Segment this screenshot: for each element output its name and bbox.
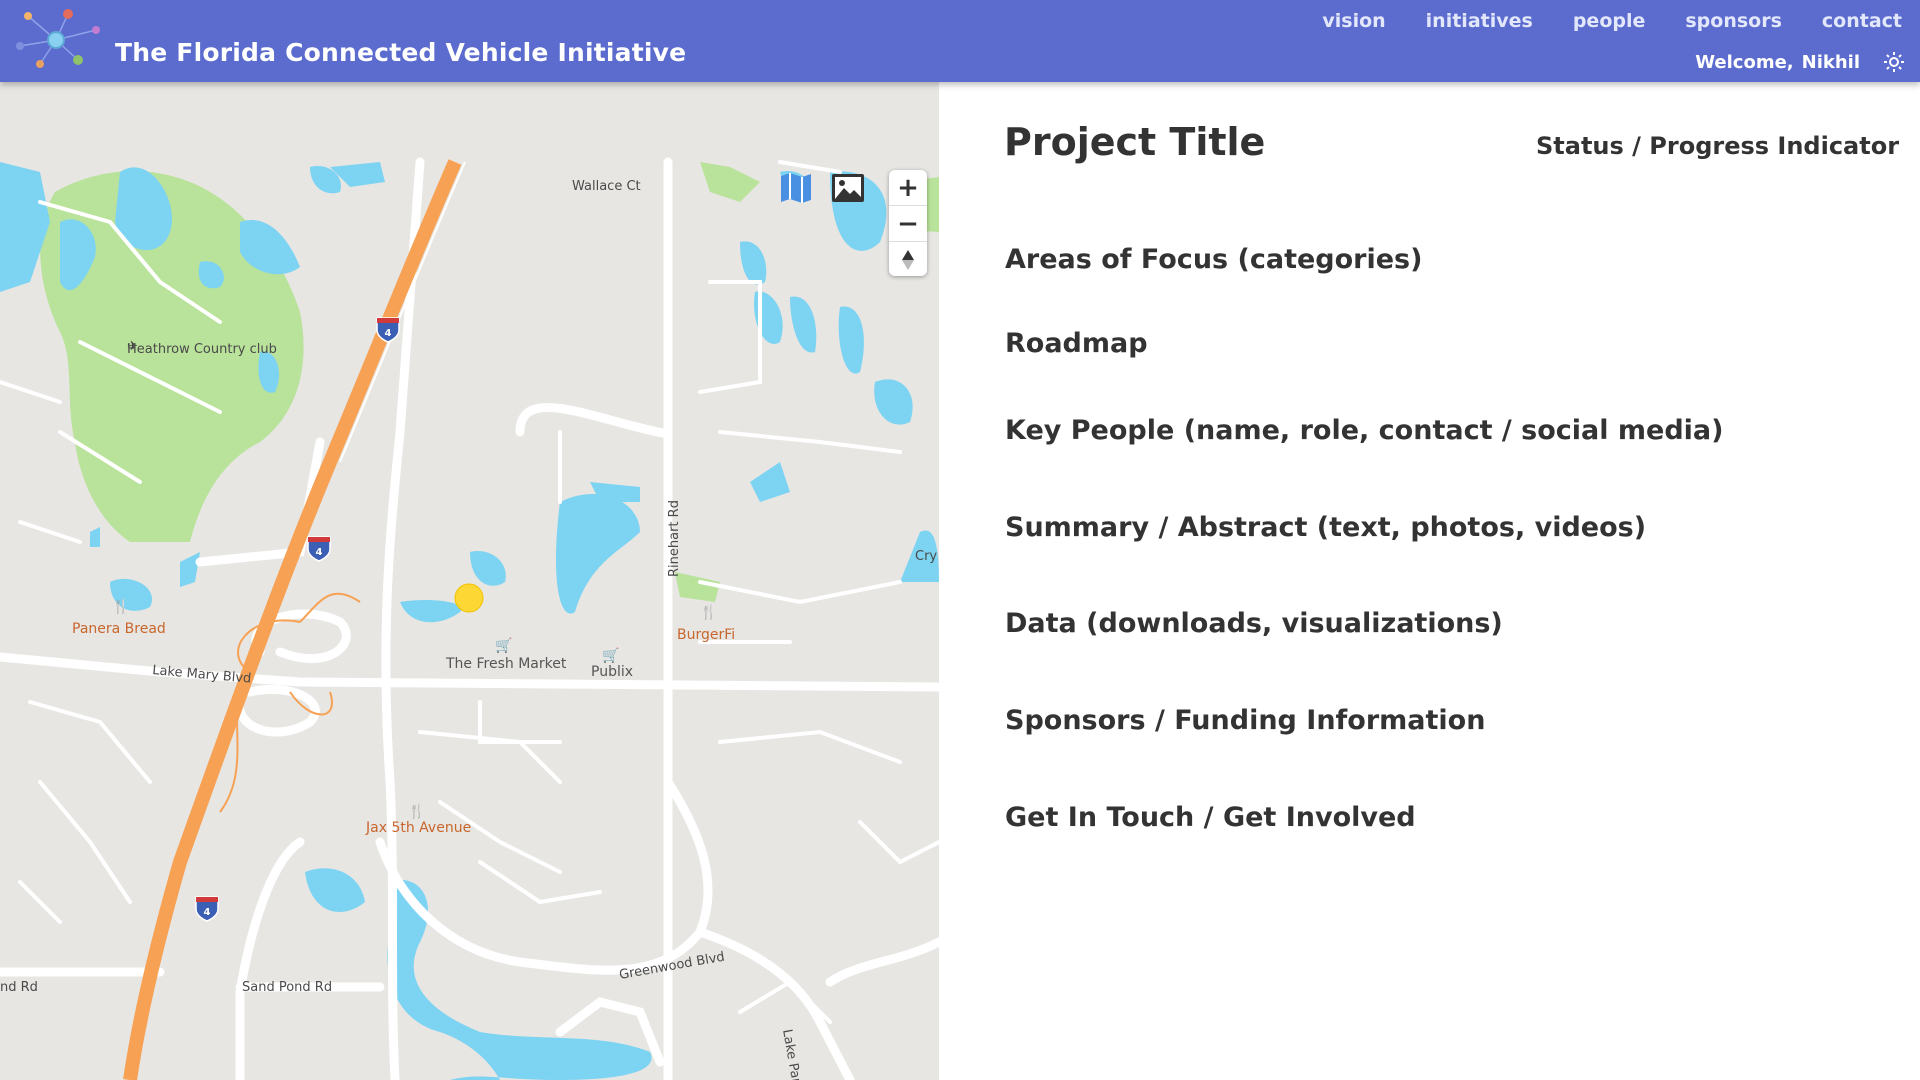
label-wallace-ct: Wallace Ct bbox=[572, 179, 641, 194]
zoom-in-button[interactable]: + bbox=[889, 170, 927, 206]
gear-icon[interactable] bbox=[1882, 50, 1906, 74]
network-nodes-logo[interactable] bbox=[6, 4, 106, 74]
section-areas-of-focus: Areas of Focus (categories) bbox=[1005, 244, 1423, 275]
label-rinehart-rd: Rinehart Rd bbox=[667, 500, 682, 577]
section-sponsors: Sponsors / Funding Information bbox=[1005, 705, 1486, 736]
nav-contact[interactable]: contact bbox=[1822, 10, 1902, 32]
label-lake-mary-blvd: Lake Mary Blvd bbox=[152, 663, 252, 687]
section-key-people: Key People (name, role, contact / social… bbox=[1005, 415, 1724, 446]
welcome-label: Welcome, bbox=[1695, 51, 1794, 73]
poi-burgerfi-icon: 🍴 bbox=[700, 604, 717, 621]
site-title[interactable]: The Florida Connected Vehicle Initiative bbox=[115, 38, 686, 67]
main-nav: vision initiatives people sponsors conta… bbox=[1322, 10, 1902, 32]
top-header: The Florida Connected Vehicle Initiative… bbox=[0, 0, 1920, 82]
svg-text:4: 4 bbox=[204, 907, 211, 918]
svg-text:4: 4 bbox=[316, 547, 323, 558]
label-sand-pond-rd: Sand Pond Rd bbox=[242, 980, 332, 995]
label-cry: Cry bbox=[915, 549, 937, 564]
label-jax: Jax 5th Avenue bbox=[365, 820, 471, 836]
poi-fresh-market-icon: 🛒 bbox=[495, 637, 512, 654]
map-canvas[interactable]: 4 4 4 Wallace Ct Rinehart Rd Lake Mary B… bbox=[0, 82, 939, 1080]
i4-shield-label: 4 bbox=[385, 328, 392, 339]
section-get-in-touch: Get In Touch / Get Involved bbox=[1005, 802, 1416, 833]
label-country-club: Heathrow Country club bbox=[127, 342, 277, 357]
section-data: Data (downloads, visualizations) bbox=[1005, 608, 1503, 639]
nav-people[interactable]: people bbox=[1573, 10, 1646, 32]
nav-initiatives[interactable]: initiatives bbox=[1426, 10, 1533, 32]
section-summary: Summary / Abstract (text, photos, videos… bbox=[1005, 512, 1647, 543]
section-roadmap: Roadmap bbox=[1005, 328, 1148, 359]
project-title: Project Title bbox=[1004, 120, 1266, 164]
compass-arrow-icon[interactable] bbox=[889, 242, 927, 277]
label-nd-rd: nd Rd bbox=[0, 980, 38, 995]
welcome-area: Welcome, Nikhil bbox=[1695, 50, 1906, 74]
label-fresh-market: The Fresh Market bbox=[445, 656, 567, 672]
label-lake-par: Lake Par bbox=[779, 1028, 803, 1080]
zoom-out-button[interactable]: − bbox=[889, 206, 927, 242]
poi-panera-icon: 🍴 bbox=[112, 598, 129, 615]
satellite-image-icon[interactable] bbox=[830, 170, 866, 206]
nav-sponsors[interactable]: sponsors bbox=[1685, 10, 1782, 32]
user-name[interactable]: Nikhil bbox=[1802, 52, 1860, 73]
label-panera: Panera Bread bbox=[72, 621, 166, 637]
zoom-controls: + − bbox=[889, 170, 927, 276]
poi-publix-icon: 🛒 bbox=[602, 647, 619, 664]
location-marker bbox=[454, 583, 484, 613]
map-view[interactable]: 4 4 4 Wallace Ct Rinehart Rd Lake Mary B… bbox=[0, 82, 939, 1080]
poi-jax-icon: 🍴 bbox=[408, 803, 425, 820]
map-layer-icon[interactable] bbox=[778, 170, 814, 206]
label-publix: Publix bbox=[591, 664, 633, 680]
status-progress-indicator: Status / Progress Indicator bbox=[1536, 132, 1900, 160]
label-burgerfi: BurgerFi bbox=[677, 627, 735, 643]
nav-vision[interactable]: vision bbox=[1322, 10, 1385, 32]
